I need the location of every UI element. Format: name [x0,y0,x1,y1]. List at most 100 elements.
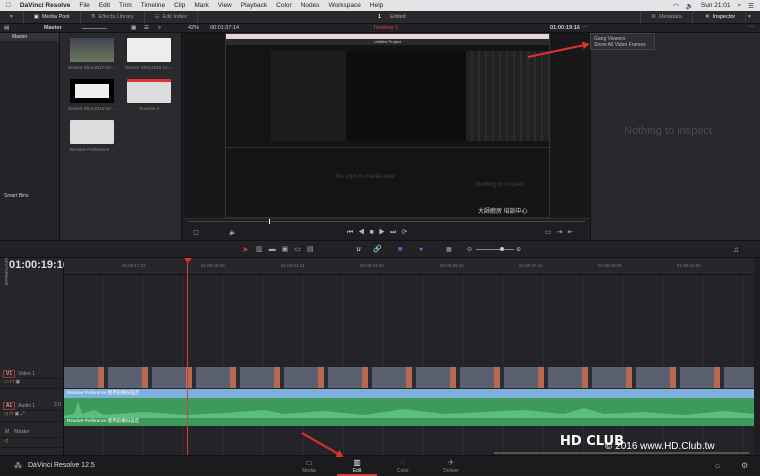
match-frame-controls[interactable]: ▭⇥⇤ [545,228,578,236]
index-icon: ☷ [154,14,160,20]
timeline-view-icon[interactable]: ▦ [446,246,452,253]
inspector-empty: Nothing to inspect [624,125,713,137]
settings-gear-icon[interactable]: ⚙ [741,461,748,470]
effects-library-button[interactable]: ⚗ Effects Library [81,11,145,23]
timeline-playhead[interactable] [187,258,188,455]
bin-list-icon[interactable]: ▤ [4,25,9,31]
expand-icon[interactable]: ▾ [748,14,751,20]
viewer-options-button[interactable]: ··· [582,24,588,30]
track-header-master[interactable]: M Master [0,427,64,438]
toolbar: ▾ ▣ Media Pool ⚗ Effects Library ☷ Edit Ind… [0,11,760,24]
audio-meter-icon[interactable]: ♫ [733,245,739,254]
menu-view[interactable]: View [218,2,232,9]
metadata-label: Metadata [658,14,682,20]
menu-show-all-video-frames[interactable]: Show All Video Frames [594,42,651,48]
watermark-logo: 大師廚房 培訓中心 [478,209,528,215]
playback-controls[interactable]: ⏮◀■▶⏭⟳ [347,228,412,237]
menu-edit[interactable]: Edit [99,2,110,9]
apple-icon[interactable]:  [6,2,11,9]
menu-color[interactable]: Color [276,2,292,9]
flag-icon[interactable]: ■ [398,246,402,253]
track-header-video-1[interactable]: V1 Video 1 [0,368,64,379]
audio-track-controls[interactable]: ◁ ⊓ ▣ ⤢ [0,411,64,422]
menu-nodes[interactable]: Nodes [301,2,320,9]
track-name: Audio 1 [18,403,36,409]
zoom-slider-handle[interactable] [500,247,504,251]
inspector-options-button[interactable]: ··· [748,24,754,30]
grid-view-icon[interactable]: ▦ [131,25,136,31]
menu-workspace[interactable]: Workspace [328,2,360,9]
list-view-icon[interactable]: ☰ [144,25,149,31]
menu-help[interactable]: Help [370,2,383,9]
ruler-tick: 01:00:29:08 [598,263,622,268]
clip-thumbnail[interactable] [127,38,171,62]
video-clip[interactable] [64,367,754,388]
metadata-button[interactable]: ⚙ Metadata [640,11,693,23]
panel-toggle-button[interactable]: ▾ [0,11,24,23]
audio-icon[interactable]: 🔈 [229,229,236,236]
clip-thumbnail[interactable] [70,38,114,62]
metadata-icon: ⚙ [651,14,656,20]
audio-clip[interactable]: Resolve Preference 使用前備份設定 [64,398,754,426]
playhead[interactable] [269,219,270,224]
ruler-tick: 01:00:17:22 [122,263,146,268]
edit-tools[interactable]: ▥▬▣▭▤ [256,245,319,253]
page-color[interactable]: ◌ Color [383,458,423,474]
timeline-count: 1 [378,14,382,20]
timeline-tracks[interactable]: Resolve Preference 使用前備份設定 Resolve Prefe… [64,275,754,455]
page-edit[interactable]: ▥ Edit [337,458,377,476]
menu-mark[interactable]: Mark [194,2,208,9]
audio-clip-header[interactable]: Resolve Preference 使用前備份設定 [64,389,754,398]
menu-file[interactable]: File [79,2,89,9]
view-options-icon[interactable]: ▢ [193,229,199,236]
track-header-audio-1[interactable]: A1 Audio 1 2.0 [0,400,64,411]
menu-clip[interactable]: Clip [174,2,185,9]
media-pool-button[interactable]: ▣ Media Pool [24,11,81,23]
inspector-label: Inspector [712,14,736,20]
clip-thumbnail[interactable] [70,120,114,144]
zoom-out-icon[interactable]: ⊖ [467,246,472,253]
media-page-icon: ▭ [305,458,313,467]
edit-index-button[interactable]: ☷ Edit Index [145,11,198,23]
timeline-thumbnail[interactable] [127,79,171,103]
zoom-slider[interactable] [476,249,514,250]
page-media[interactable]: ▭ Media [289,458,329,474]
audio-waveform [64,402,754,418]
playhead-marker-icon[interactable] [184,258,192,263]
sub-toolbar: ▤ Master ▦ ☰ ⌕ 42% 00:01:37:14 Timeline … [0,24,760,33]
menu-timeline[interactable]: Timeline [141,2,165,9]
bin-master[interactable]: Master [0,33,59,41]
timeline-name-dropdown[interactable]: Timeline 1 [373,25,398,31]
menu-app[interactable]: DaVinci Resolve [20,2,70,9]
timeline-ruler[interactable]: 01:00:17:22 01:00:19:24 01:00:21:21 01:0… [64,258,754,275]
menu-playback[interactable]: Playback [241,2,267,9]
scrubber[interactable] [188,221,585,222]
clock[interactable]: Sun 21:01 [701,2,731,10]
link-icon[interactable]: 🔗 [373,245,382,253]
master-track-controls[interactable]: ◁ [0,438,64,448]
video-track-controls[interactable]: ▭ ⊓ ▣ [0,379,64,389]
selection-tool-icon[interactable]: ➤ [242,245,249,254]
deliver-page-icon: ✈ [447,458,455,467]
volume-icon[interactable]: 🔈 [686,2,694,10]
page-deliver[interactable]: ✈ Deliver [431,458,471,474]
snapping-icon[interactable]: ∪ [356,245,361,253]
zoom-in-icon[interactable]: ⊕ [516,246,521,253]
thumb-size-slider[interactable] [82,28,107,29]
track-name: Video 1 [18,371,35,377]
marker-icon[interactable]: ● [419,246,423,253]
track-name: Master [14,429,30,435]
home-icon[interactable]: ⌂ [715,461,720,470]
inspector-button[interactable]: ✕ Inspector [695,11,747,23]
list-icon[interactable]: ☰ [748,2,754,10]
channel-count: 2.0 [54,402,61,408]
viewer-frame: Untitled Project No clips in media pool … [225,33,550,218]
menu-trim[interactable]: Trim [119,2,132,9]
zoom-level[interactable]: 42% [188,25,199,31]
search-icon[interactable]: ⌕ [158,25,161,32]
timeline-scrollbar[interactable] [494,452,749,454]
search-icon[interactable]: ⌕ [738,2,742,10]
ruler-tick: 01:00:27:11 [519,263,543,268]
wifi-icon[interactable]: ◠ [673,2,679,10]
viewer-options-menu: Gang Viewers Show All Video Frames [590,33,655,50]
